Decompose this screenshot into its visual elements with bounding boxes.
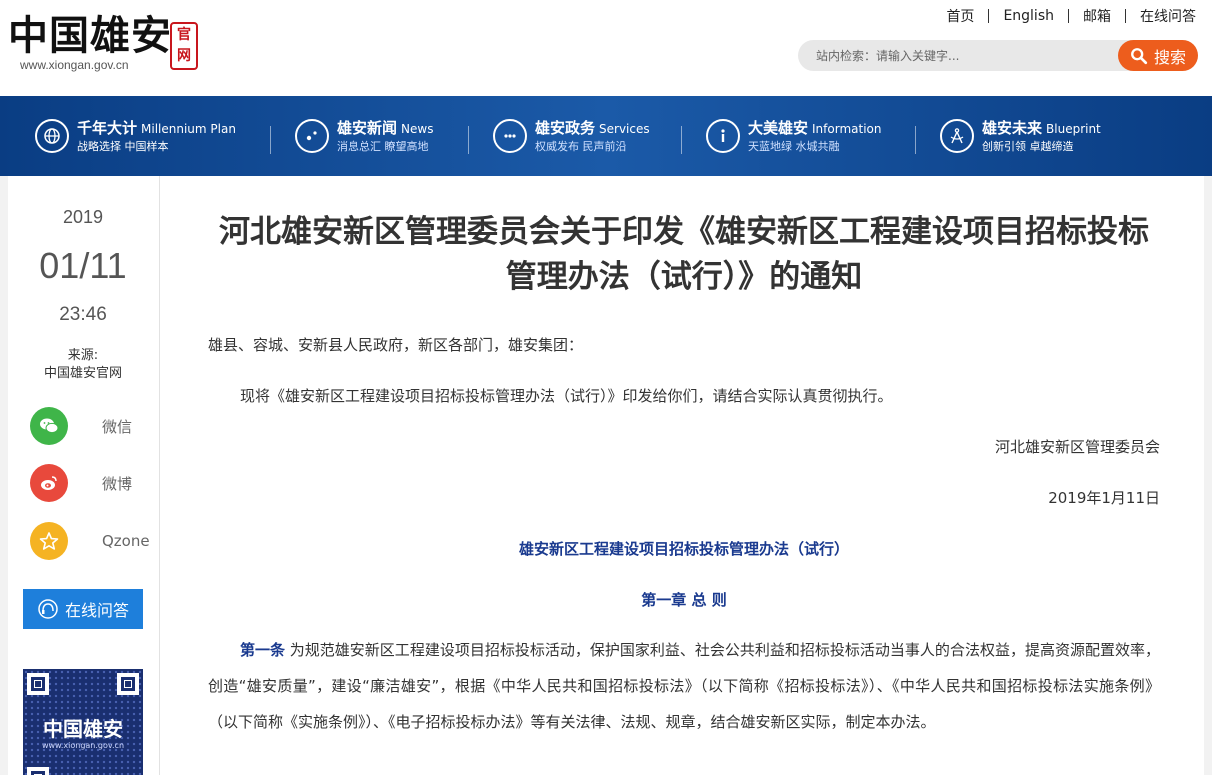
publish-year: 2019 <box>62 207 104 227</box>
logo-url: www.xiongan.gov.cn <box>20 58 129 72</box>
online-qa-button[interactable]: 在线问答 <box>23 589 143 629</box>
nav-title-en: Information <box>812 121 882 136</box>
site-search: 搜索 <box>798 40 1198 71</box>
nav-item-information[interactable]: 大美雄安 Information 天蓝地绿 水城共融 <box>706 114 881 158</box>
globe-icon <box>35 119 69 153</box>
article-addressee: 雄县、容城、安新县人民政府，新区各部门，雄安集团： <box>208 336 584 354</box>
main-nav: 千年大计 Millennium Plan 战略选择 中国样本 雄安新闻 News 消… <box>0 96 1212 176</box>
divider <box>468 126 469 154</box>
nav-title: 雄安新闻 <box>337 118 398 137</box>
article-subtitle: 雄安新区工程建设项目招标投标管理办法（试行） <box>518 540 849 558</box>
article-clause: 第一条 为规范雄安新区工程建设项目招标投标活动，保护国家利益、社会公共利益和招标… <box>208 632 1160 740</box>
nav-item-news[interactable]: 雄安新闻 News 消息总汇 瞭望高地 <box>295 114 433 158</box>
search-icon <box>1131 47 1148 64</box>
publish-month-day: 01/11 <box>39 245 127 286</box>
nav-item-services[interactable]: 雄安政务 Services 权威发布 民声前沿 <box>493 114 650 158</box>
article-meta-rail: 2019 01/11 23:46 来源: 中国雄安官网 微信 微博 Qzone … <box>8 176 160 775</box>
news-icon <box>295 119 329 153</box>
divider <box>681 126 682 154</box>
article-date: 2019年1月11日 <box>1048 489 1160 507</box>
article-body: 河北雄安新区管理委员会关于印发《雄安新区工程建设项目招标投标管理办法（试行）》的… <box>208 176 1160 775</box>
qzone-icon <box>30 522 68 560</box>
wechat-icon <box>30 407 68 445</box>
share-label: 微博 <box>102 474 133 493</box>
nav-title-en: Millennium Plan <box>141 121 236 136</box>
logo-text: 中国雄安 <box>8 12 172 59</box>
nav-subtitle: 战略选择 中国样本 <box>77 139 169 153</box>
clause-label: 第一条 <box>240 641 286 659</box>
weibo-icon <box>30 464 68 502</box>
nav-subtitle: 权威发布 民声前沿 <box>535 139 627 153</box>
article-intro: 现将《雄安新区工程建设项目招标投标管理办法（试行）》印发给你们，请结合实际认真贯… <box>240 387 893 405</box>
nav-item-millennium-plan[interactable]: 千年大计 Millennium Plan 战略选择 中国样本 <box>35 114 236 158</box>
nav-subtitle: 消息总汇 瞭望高地 <box>337 139 429 153</box>
share-weibo-button[interactable]: 微博 <box>30 464 150 502</box>
article-title: 河北雄安新区管理委员会关于印发《雄安新区工程建设项目招标投标管理办法（试行）》的… <box>219 214 1149 295</box>
site-logo[interactable]: 中国雄安 www.xiongan.gov.cn 官网 <box>8 12 198 74</box>
qr-url: www.xiongan.gov.cn <box>41 741 125 750</box>
headset-icon <box>38 599 58 619</box>
publish-time: 23:46 <box>59 304 107 325</box>
divider <box>915 126 916 154</box>
search-button-label: 搜索 <box>1153 47 1186 67</box>
search-input[interactable] <box>798 40 1138 71</box>
nav-title: 雄安政务 <box>535 118 596 137</box>
topnav-english-link[interactable]: English <box>989 8 1068 24</box>
top-nav: 首页 English 邮箱 在线问答 <box>932 6 1196 26</box>
nav-subtitle: 天蓝地绿 水城共融 <box>748 139 840 153</box>
qr-brand: 中国雄安 <box>43 717 123 741</box>
topnav-qa-link[interactable]: 在线问答 <box>1126 6 1196 26</box>
source-value: 中国雄安官网 <box>43 366 122 381</box>
article-signature: 河北雄安新区管理委员会 <box>994 438 1160 456</box>
content-area: 2019 01/11 23:46 来源: 中国雄安官网 微信 微博 Qzone … <box>8 176 1204 775</box>
search-button[interactable]: 搜索 <box>1118 40 1198 71</box>
share-label: Qzone <box>102 532 150 550</box>
online-qa-label: 在线问答 <box>64 601 129 620</box>
chapter-heading: 第一章 总 则 <box>641 591 727 609</box>
share-qzone-button[interactable]: Qzone <box>30 522 150 560</box>
logo-seal: 官网 <box>170 22 198 70</box>
nav-title: 千年大计 <box>77 118 138 137</box>
info-icon <box>706 119 740 153</box>
nav-title-en: News <box>401 121 434 136</box>
nav-title-en: Blueprint <box>1046 121 1101 136</box>
site-header: 中国雄安 www.xiongan.gov.cn 官网 首页 English 邮箱… <box>0 0 1212 96</box>
topnav-mail-link[interactable]: 邮箱 <box>1069 6 1125 26</box>
divider <box>270 126 271 154</box>
clause-text: 为规范雄安新区工程建设项目招标投标活动，保护国家利益、社会公共利益和招标投标活动… <box>208 641 1160 731</box>
share-label: 微信 <box>102 417 133 436</box>
nav-title: 雄安未来 <box>982 118 1043 137</box>
nav-subtitle: 创新引领 卓越缔造 <box>982 139 1074 153</box>
blueprint-icon <box>940 119 974 153</box>
nav-item-blueprint[interactable]: 雄安未来 Blueprint 创新引领 卓越缔造 <box>940 114 1101 158</box>
share-wechat-button[interactable]: 微信 <box>30 407 150 445</box>
nav-title: 大美雄安 <box>748 118 809 137</box>
topnav-home-link[interactable]: 首页 <box>932 6 988 26</box>
chat-icon <box>493 119 527 153</box>
qr-code: 中国雄安 www.xiongan.gov.cn <box>23 669 143 775</box>
nav-title-en: Services <box>599 121 650 136</box>
source-label: 来源: <box>67 348 99 363</box>
